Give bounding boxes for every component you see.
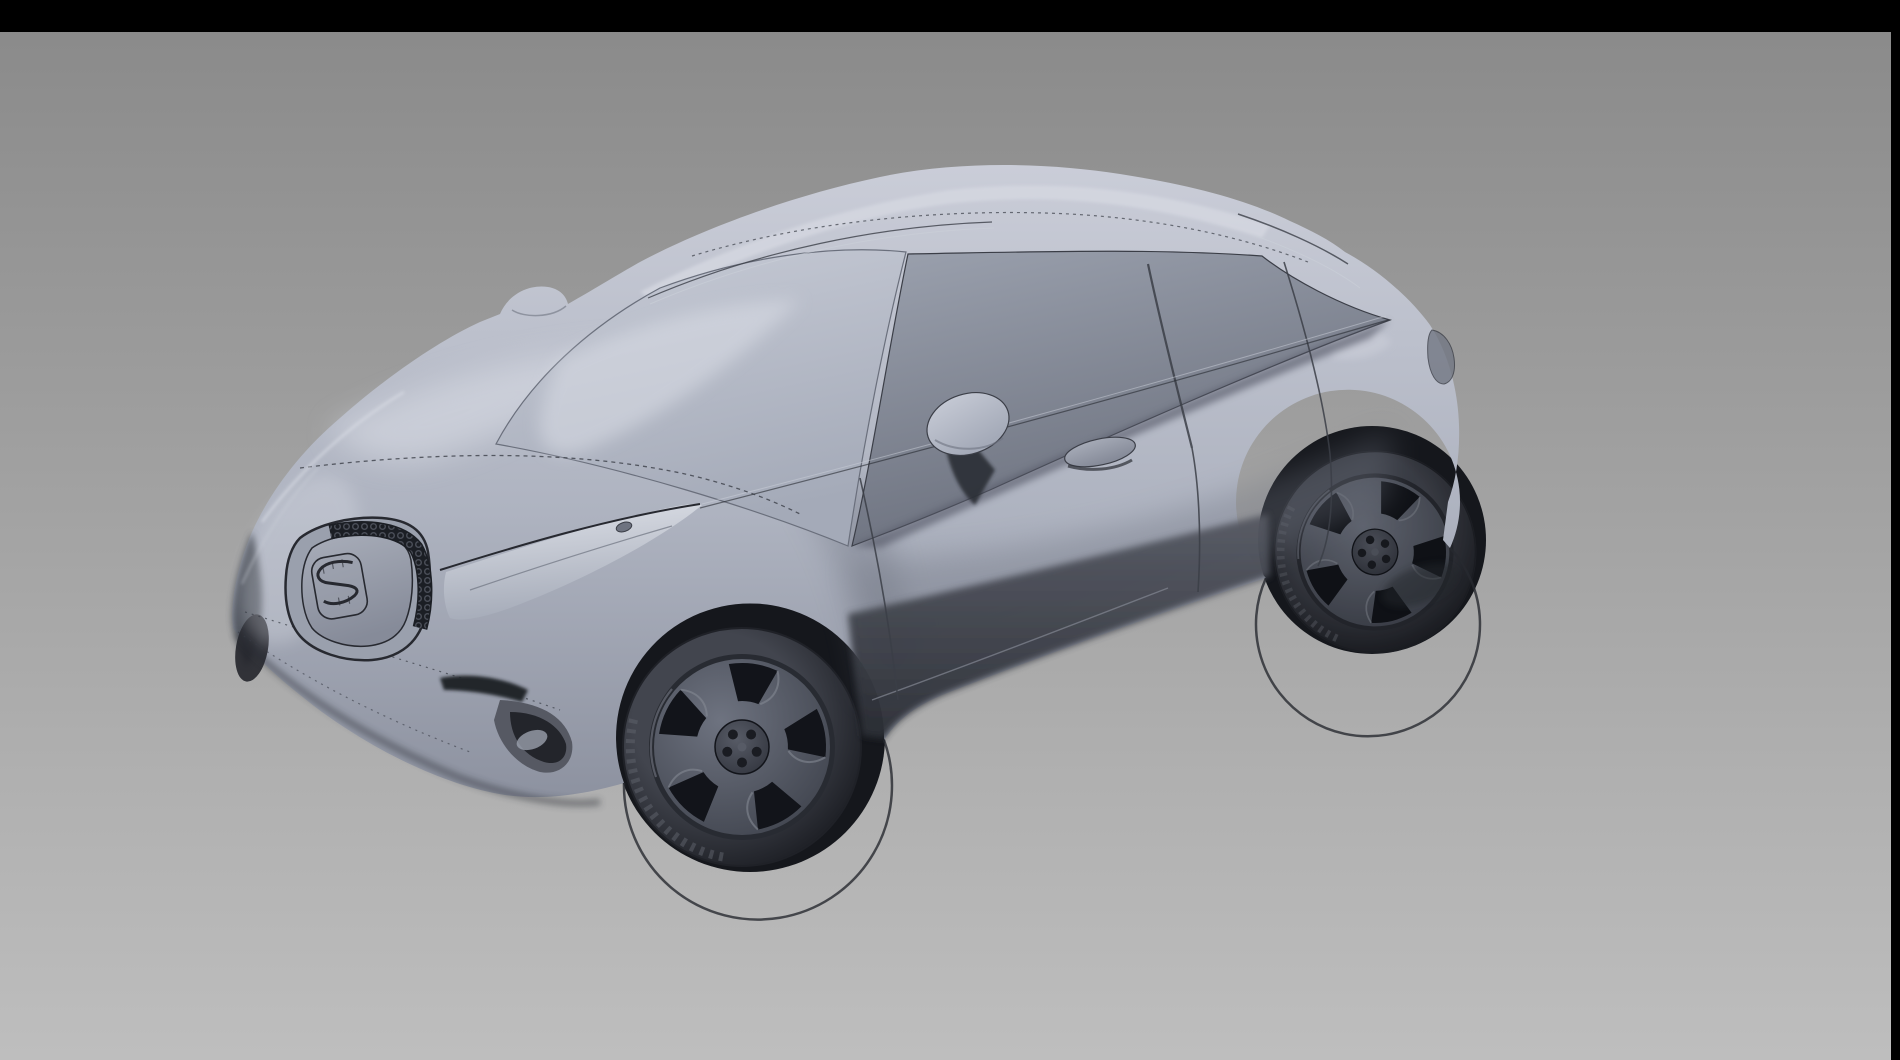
- viewport-3d[interactable]: [0, 0, 1900, 1060]
- grille: [286, 518, 430, 661]
- letterbox-right: [1891, 0, 1900, 1060]
- letterbox-top: [0, 0, 1900, 32]
- car-render: [0, 0, 1900, 1060]
- front-wheel: [623, 628, 861, 866]
- seat-emblem-icon: [309, 551, 369, 621]
